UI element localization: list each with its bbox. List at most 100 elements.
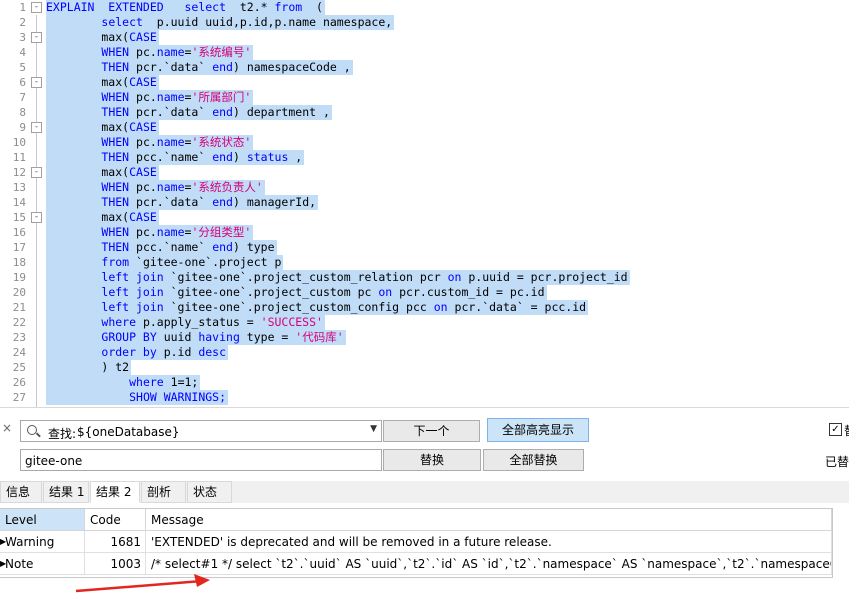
line-number: 4 [19,46,26,59]
code-line[interactable]: 7 WHEN pc.name='所属部门' [0,90,849,105]
code-line[interactable]: 14 THEN pcr.`data` end) managerId, [0,195,849,210]
replace-button[interactable]: 替换 [383,449,481,471]
cell-level[interactable]: Warning [0,531,85,553]
sql-text: , [288,150,303,164]
replaced-status-label: 已替 [825,455,849,469]
code-text[interactable]: GROUP BY uuid having type = '代码库' [46,330,346,345]
highlight-all-button[interactable]: 全部高亮显示 [487,418,589,442]
cell-message[interactable]: 'EXTENDED' is deprecated and will be rem… [146,531,832,553]
code-line[interactable]: 5 THEN pcr.`data` end) namespaceCode , [0,60,849,75]
code-line[interactable]: 1- EXPLAIN EXTENDED select t2.* from ( [0,0,849,15]
tab-status[interactable]: 状态 [187,481,232,503]
chevron-down-icon[interactable]: ▼ [370,424,377,434]
code-line[interactable]: 17 THEN pcc.`name` end) type [0,240,849,255]
code-text[interactable]: SHOW WARNINGS; [46,390,229,405]
code-line[interactable]: 19 left join `gitee-one`.project_custom_… [0,270,849,285]
tab-profile[interactable]: 剖析 [141,481,186,503]
results-grid[interactable]: Level Code Message ▶ Warning 1681 'EXTEN… [0,508,833,578]
code-text[interactable]: ) t2 [46,360,132,375]
tab-result-2[interactable]: 结果 2 [90,481,140,503]
code-line[interactable]: 9- max(CASE [0,120,849,135]
code-text[interactable]: max(CASE [46,210,159,225]
code-text[interactable]: WHEN pc.name='系统状态' [46,135,254,150]
code-line[interactable]: 24 order by p.id desc [0,345,849,360]
code-text[interactable]: WHEN pc.name='所属部门' [46,90,254,105]
code-line[interactable]: 23 GROUP BY uuid having type = '代码库' [0,330,849,345]
code-line[interactable]: 15- max(CASE [0,210,849,225]
code-text[interactable]: where 1=1; [46,375,201,390]
code-text[interactable]: THEN pcr.`data` end) department , [46,105,332,120]
code-text[interactable]: select p.uuid uuid,p.id,p.name namespace… [46,15,395,30]
fold-toggle-icon[interactable]: - [31,167,42,178]
fold-toggle-icon[interactable]: - [31,32,42,43]
replace-value[interactable]: gitee-one [25,454,82,468]
code-line[interactable]: 13 WHEN pc.name='系统负责人' [0,180,849,195]
code-line[interactable]: 25 ) t2 [0,360,849,375]
code-text[interactable]: from `gitee-one`.project p [46,255,284,270]
code-text[interactable]: left join `gitee-one`.project_custom_con… [46,300,589,315]
find-input[interactable]: 查找: ${oneDatabase} ▼ [20,420,382,442]
find-value[interactable]: ${oneDatabase} [77,425,180,439]
code-text[interactable]: max(CASE [46,120,159,135]
column-header-message[interactable]: Message [146,509,832,531]
column-header-code[interactable]: Code [85,509,146,531]
code-text[interactable]: WHEN pc.name='系统负责人' [46,180,265,195]
code-text[interactable]: THEN pcr.`data` end) namespaceCode , [46,60,353,75]
sql-keyword: THEN [101,60,130,74]
code-text[interactable]: left join `gitee-one`.project_custom pc … [46,285,547,300]
fold-toggle-icon[interactable]: - [31,2,42,13]
code-text[interactable]: max(CASE [46,30,159,45]
code-line[interactable]: 26 where 1=1; [0,375,849,390]
sql-text: max( [46,210,130,224]
sql-keyword: WHEN [101,225,130,239]
replace-all-button[interactable]: 全部替换 [483,449,584,471]
code-text[interactable]: EXPLAIN EXTENDED select t2.* from ( [46,0,325,15]
code-line[interactable]: 22 where p.apply_status = 'SUCCESS' [0,315,849,330]
code-line[interactable]: 21 left join `gitee-one`.project_custom_… [0,300,849,315]
cell-code[interactable]: 1681 [85,531,146,553]
code-text[interactable]: order by p.id desc [46,345,229,360]
tab-info[interactable]: 信息 [0,481,42,503]
find-next-button[interactable]: 下一个 [383,420,480,442]
sql-text: p.uuid uuid,p.id,p.name namespace, [142,15,393,29]
option-checkbox[interactable]: ✓ [829,423,842,436]
code-line[interactable]: 20 left join `gitee-one`.project_custom … [0,285,849,300]
code-line[interactable]: 2 select p.uuid uuid,p.id,p.name namespa… [0,15,849,30]
replace-input[interactable]: gitee-one [20,449,382,471]
code-line[interactable]: 4 WHEN pc.name='系统编号' [0,45,849,60]
fold-toggle-icon[interactable]: - [31,77,42,88]
code-line[interactable]: 8 THEN pcr.`data` end) department , [0,105,849,120]
code-text[interactable]: THEN pcc.`name` end) status , [46,150,305,165]
code-line[interactable]: 18 from `gitee-one`.project p [0,255,849,270]
code-text[interactable]: max(CASE [46,75,159,90]
code-line[interactable]: 6- max(CASE [0,75,849,90]
close-icon[interactable]: × [2,421,14,435]
code-line[interactable]: 16 WHEN pc.name='分组类型' [0,225,849,240]
code-line[interactable]: 10 WHEN pc.name='系统状态' [0,135,849,150]
option-checkbox-label: 替 [844,422,849,439]
column-header-level[interactable]: Level [0,509,85,531]
cell-message[interactable]: /* select#1 */ select `t2`.`uuid` AS `uu… [146,553,832,575]
code-text[interactable]: WHEN pc.name='系统编号' [46,45,254,60]
code-text[interactable]: WHEN pc.name='分组类型' [46,225,254,240]
code-line[interactable]: 27 SHOW WARNINGS; [0,390,849,405]
fold-toggle-icon[interactable]: - [31,212,42,223]
fold-toggle-icon[interactable]: - [31,122,42,133]
code-line[interactable]: 12- max(CASE [0,165,849,180]
code-text[interactable]: left join `gitee-one`.project_custom_rel… [46,270,630,285]
tab-result-1[interactable]: 结果 1 [43,481,89,503]
code-line[interactable]: 3- max(CASE [0,30,849,45]
code-text[interactable]: max(CASE [46,165,159,180]
search-icon [27,425,37,435]
code-text[interactable]: where p.apply_status = 'SUCCESS' [46,315,325,330]
code-text[interactable]: THEN pcr.`data` end) managerId, [46,195,319,210]
sql-keyword: THEN [101,150,130,164]
sql-editor[interactable]: 1- EXPLAIN EXTENDED select t2.* from (2 s… [0,0,849,407]
code-text[interactable]: THEN pcc.`name` end) type [46,240,277,255]
code-line[interactable]: 11 THEN pcc.`name` end) status , [0,150,849,165]
